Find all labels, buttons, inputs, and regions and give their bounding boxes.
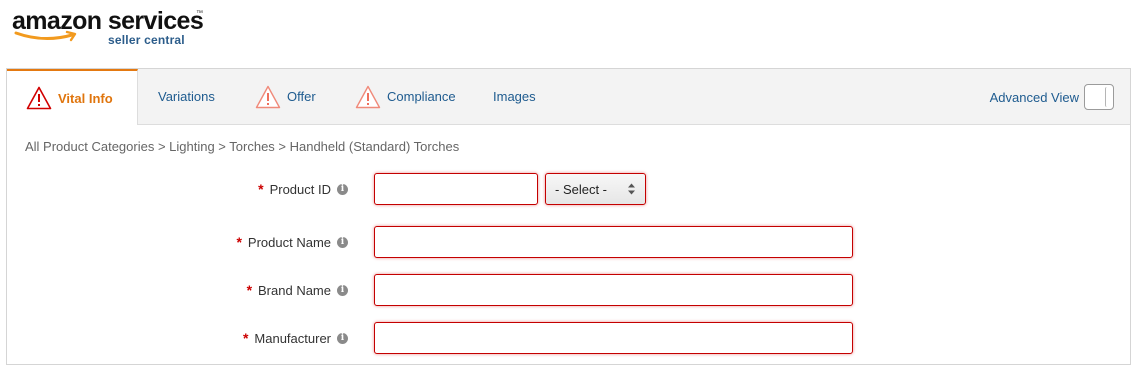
- product-name-row: * Product Name i: [7, 226, 1130, 260]
- tab-label: Vital Info: [58, 90, 113, 106]
- amazon-services-logo[interactable]: amazon services ™ seller central: [12, 6, 212, 48]
- select-arrows-icon: [628, 183, 635, 195]
- tab-offer[interactable]: Offer: [255, 69, 316, 124]
- product-name-input[interactable]: [374, 226, 853, 258]
- breadcrumb: All Product Categories > Lighting > Torc…: [25, 139, 460, 154]
- advanced-view-toggle[interactable]: [1084, 84, 1114, 110]
- product-form-panel: Vital Info Variations Offer Compliance I…: [6, 68, 1131, 365]
- field-label: Product Name: [247, 234, 331, 250]
- select-value: - Select -: [555, 181, 608, 197]
- tab-variations[interactable]: Variations: [158, 69, 215, 124]
- warning-icon: [26, 86, 52, 110]
- product-id-row: * Product ID i - Select -: [7, 173, 1130, 207]
- tab-label: Offer: [287, 89, 316, 104]
- tab-compliance[interactable]: Compliance: [355, 69, 456, 124]
- tab-label: Variations: [158, 89, 215, 104]
- info-icon[interactable]: i: [337, 284, 348, 296]
- tab-bar: Vital Info Variations Offer Compliance I…: [7, 69, 1130, 125]
- required-asterisk: *: [258, 181, 264, 197]
- brand-name-input[interactable]: [374, 274, 853, 306]
- field-label: Brand Name: [258, 282, 331, 298]
- tab-label: Images: [493, 89, 536, 104]
- manufacturer-row: * Manufacturer i: [7, 322, 1130, 356]
- warning-icon: [355, 85, 381, 109]
- info-icon[interactable]: i: [337, 332, 348, 344]
- tab-label: Compliance: [387, 89, 456, 104]
- required-asterisk: *: [242, 330, 249, 346]
- logo-subtitle: seller central: [108, 33, 185, 47]
- info-icon[interactable]: i: [337, 183, 348, 195]
- product-id-type-select[interactable]: - Select -: [545, 173, 646, 205]
- amazon-smile-icon: [14, 30, 77, 42]
- brand-name-row: * Brand Name i: [7, 274, 1130, 308]
- required-asterisk: *: [246, 282, 253, 298]
- field-label: Manufacturer: [254, 330, 331, 346]
- brand-name-label: * Brand Name i: [247, 282, 348, 298]
- tab-vital-info[interactable]: Vital Info: [7, 69, 138, 125]
- info-icon[interactable]: i: [337, 236, 348, 248]
- manufacturer-input[interactable]: [374, 322, 853, 354]
- field-label: Product ID: [269, 181, 331, 197]
- seller-central-page: amazon services ™ seller central Vital I…: [0, 0, 1138, 370]
- product-name-label: * Product Name i: [236, 234, 348, 250]
- advanced-view-switch[interactable]: Advanced View: [990, 83, 1114, 111]
- product-id-input[interactable]: [374, 173, 538, 205]
- product-id-label: * Product ID i: [258, 181, 348, 197]
- logo-trademark: ™: [196, 10, 203, 17]
- manufacturer-label: * Manufacturer i: [243, 330, 348, 346]
- tab-images[interactable]: Images: [493, 69, 536, 124]
- warning-icon: [255, 85, 281, 109]
- required-asterisk: *: [236, 234, 242, 250]
- advanced-view-label: Advanced View: [989, 89, 1079, 105]
- toggle-knob: [1105, 87, 1110, 107]
